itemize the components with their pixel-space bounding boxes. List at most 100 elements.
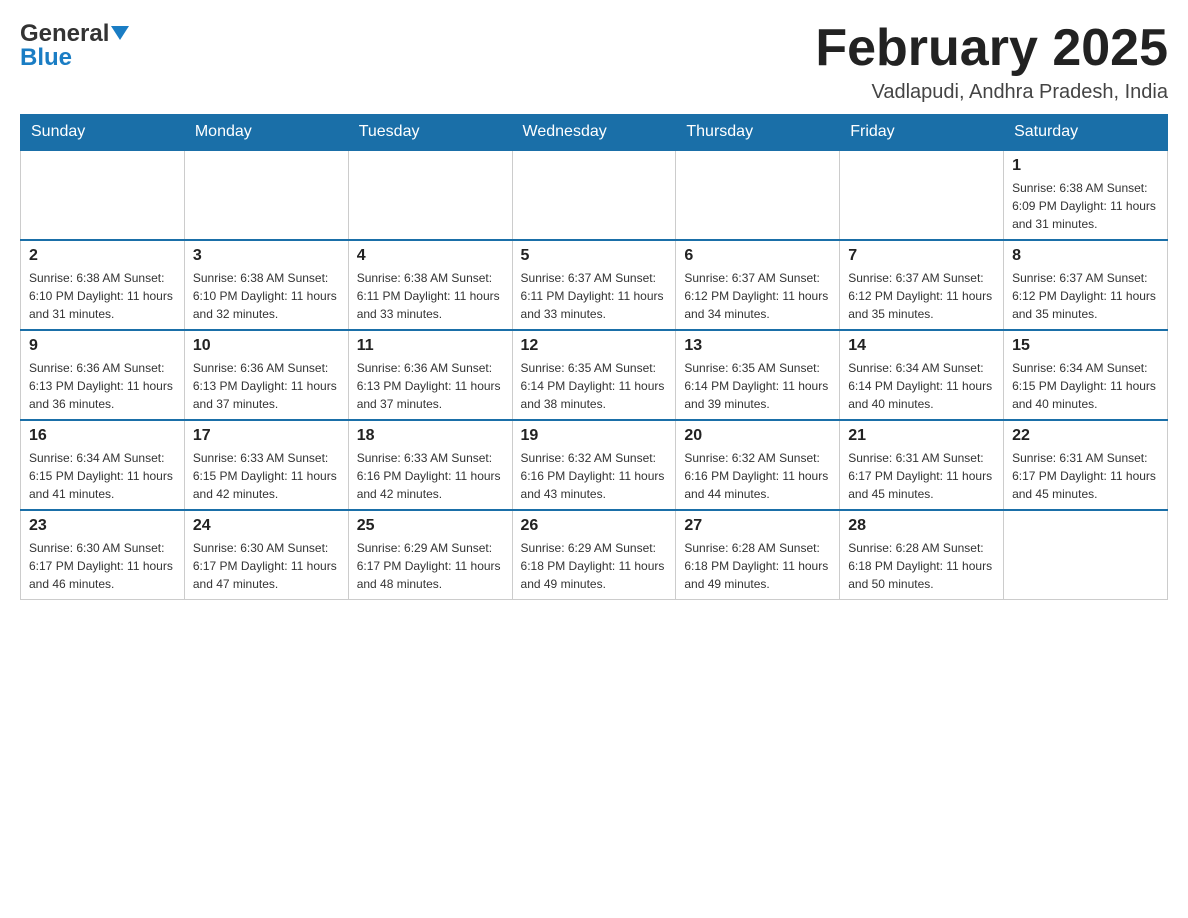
day-number: 2 [29,247,176,265]
calendar-cell: 18 Sunrise: 6:33 AM Sunset: 6:16 PM Dayli… [348,420,512,510]
calendar-day-header: Monday [184,115,348,151]
day-info: Sunrise: 6:32 AM Sunset: 6:16 PM Dayligh… [684,449,831,503]
month-title: February 2025 [815,20,1168,77]
day-number: 11 [357,337,504,355]
day-number: 21 [848,427,995,445]
day-info: Sunrise: 6:36 AM Sunset: 6:13 PM Dayligh… [29,359,176,413]
calendar-day-header: Tuesday [348,115,512,151]
day-info: Sunrise: 6:29 AM Sunset: 6:17 PM Dayligh… [357,539,504,593]
day-number: 17 [193,427,340,445]
day-number: 6 [684,247,831,265]
page-header: General Blue February 2025 Vadlapudi, An… [20,20,1168,104]
day-number: 4 [357,247,504,265]
logo-chevron-icon [111,26,129,44]
day-number: 16 [29,427,176,445]
day-info: Sunrise: 6:38 AM Sunset: 6:10 PM Dayligh… [29,269,176,323]
logo: General Blue [20,20,129,72]
calendar-day-header: Thursday [676,115,840,151]
day-info: Sunrise: 6:38 AM Sunset: 6:10 PM Dayligh… [193,269,340,323]
calendar-cell: 22 Sunrise: 6:31 AM Sunset: 6:17 PM Dayli… [1004,420,1168,510]
day-number: 7 [848,247,995,265]
day-info: Sunrise: 6:35 AM Sunset: 6:14 PM Dayligh… [684,359,831,413]
calendar-cell [1004,510,1168,600]
day-number: 26 [521,517,668,535]
day-info: Sunrise: 6:37 AM Sunset: 6:12 PM Dayligh… [684,269,831,323]
day-info: Sunrise: 6:37 AM Sunset: 6:12 PM Dayligh… [848,269,995,323]
day-info: Sunrise: 6:38 AM Sunset: 6:09 PM Dayligh… [1012,179,1159,233]
calendar-day-header: Friday [840,115,1004,151]
day-info: Sunrise: 6:31 AM Sunset: 6:17 PM Dayligh… [848,449,995,503]
calendar-cell: 27 Sunrise: 6:28 AM Sunset: 6:18 PM Dayli… [676,510,840,600]
calendar-cell: 25 Sunrise: 6:29 AM Sunset: 6:17 PM Dayli… [348,510,512,600]
calendar-cell [512,150,676,240]
calendar-week-row: 2 Sunrise: 6:38 AM Sunset: 6:10 PM Daylig… [21,240,1168,330]
calendar-cell [676,150,840,240]
calendar-day-header: Saturday [1004,115,1168,151]
day-number: 27 [684,517,831,535]
day-info: Sunrise: 6:36 AM Sunset: 6:13 PM Dayligh… [357,359,504,413]
calendar-cell: 15 Sunrise: 6:34 AM Sunset: 6:15 PM Dayli… [1004,330,1168,420]
day-number: 20 [684,427,831,445]
calendar-cell: 4 Sunrise: 6:38 AM Sunset: 6:11 PM Daylig… [348,240,512,330]
calendar-cell: 8 Sunrise: 6:37 AM Sunset: 6:12 PM Daylig… [1004,240,1168,330]
day-number: 19 [521,427,668,445]
day-number: 24 [193,517,340,535]
day-number: 8 [1012,247,1159,265]
day-info: Sunrise: 6:38 AM Sunset: 6:11 PM Dayligh… [357,269,504,323]
day-number: 18 [357,427,504,445]
day-number: 28 [848,517,995,535]
day-info: Sunrise: 6:34 AM Sunset: 6:15 PM Dayligh… [29,449,176,503]
day-number: 25 [357,517,504,535]
day-number: 23 [29,517,176,535]
calendar-cell: 7 Sunrise: 6:37 AM Sunset: 6:12 PM Daylig… [840,240,1004,330]
calendar-day-header: Sunday [21,115,185,151]
calendar-cell: 20 Sunrise: 6:32 AM Sunset: 6:16 PM Dayli… [676,420,840,510]
calendar-cell: 21 Sunrise: 6:31 AM Sunset: 6:17 PM Dayli… [840,420,1004,510]
day-info: Sunrise: 6:28 AM Sunset: 6:18 PM Dayligh… [684,539,831,593]
calendar-cell: 24 Sunrise: 6:30 AM Sunset: 6:17 PM Dayli… [184,510,348,600]
calendar-week-row: 23 Sunrise: 6:30 AM Sunset: 6:17 PM Dayli… [21,510,1168,600]
day-number: 14 [848,337,995,355]
calendar-cell: 5Sunrise: 6:37 AM Sunset: 6:11 PM Daylig… [512,240,676,330]
calendar-cell [348,150,512,240]
calendar-cell: 16 Sunrise: 6:34 AM Sunset: 6:15 PM Dayli… [21,420,185,510]
calendar-cell: 1Sunrise: 6:38 AM Sunset: 6:09 PM Daylig… [1004,150,1168,240]
day-info: Sunrise: 6:29 AM Sunset: 6:18 PM Dayligh… [521,539,668,593]
calendar-week-row: 9 Sunrise: 6:36 AM Sunset: 6:13 PM Daylig… [21,330,1168,420]
calendar-cell: 2 Sunrise: 6:38 AM Sunset: 6:10 PM Daylig… [21,240,185,330]
location-text: Vadlapudi, Andhra Pradesh, India [815,81,1168,104]
day-info: Sunrise: 6:37 AM Sunset: 6:12 PM Dayligh… [1012,269,1159,323]
day-number: 15 [1012,337,1159,355]
day-info: Sunrise: 6:34 AM Sunset: 6:15 PM Dayligh… [1012,359,1159,413]
calendar-cell: 10 Sunrise: 6:36 AM Sunset: 6:13 PM Dayli… [184,330,348,420]
day-number: 10 [193,337,340,355]
day-number: 13 [684,337,831,355]
day-info: Sunrise: 6:30 AM Sunset: 6:17 PM Dayligh… [193,539,340,593]
calendar-cell: 3 Sunrise: 6:38 AM Sunset: 6:10 PM Daylig… [184,240,348,330]
calendar-week-row: 16 Sunrise: 6:34 AM Sunset: 6:15 PM Dayli… [21,420,1168,510]
logo-blue-text: Blue [20,44,72,72]
day-info: Sunrise: 6:32 AM Sunset: 6:16 PM Dayligh… [521,449,668,503]
calendar-cell [21,150,185,240]
calendar-cell: 19 Sunrise: 6:32 AM Sunset: 6:16 PM Dayli… [512,420,676,510]
day-number: 22 [1012,427,1159,445]
calendar-cell: 17Sunrise: 6:33 AM Sunset: 6:15 PM Dayli… [184,420,348,510]
day-info: Sunrise: 6:36 AM Sunset: 6:13 PM Dayligh… [193,359,340,413]
calendar-cell: 23 Sunrise: 6:30 AM Sunset: 6:17 PM Dayli… [21,510,185,600]
calendar-cell: 14Sunrise: 6:34 AM Sunset: 6:14 PM Dayli… [840,330,1004,420]
calendar-cell: 13 Sunrise: 6:35 AM Sunset: 6:14 PM Dayli… [676,330,840,420]
day-info: Sunrise: 6:28 AM Sunset: 6:18 PM Dayligh… [848,539,995,593]
day-info: Sunrise: 6:33 AM Sunset: 6:16 PM Dayligh… [357,449,504,503]
calendar-week-row: 1Sunrise: 6:38 AM Sunset: 6:09 PM Daylig… [21,150,1168,240]
title-section: February 2025 Vadlapudi, Andhra Pradesh,… [815,20,1168,104]
day-number: 9 [29,337,176,355]
calendar-table: SundayMondayTuesdayWednesdayThursdayFrid… [20,114,1168,600]
day-info: Sunrise: 6:31 AM Sunset: 6:17 PM Dayligh… [1012,449,1159,503]
calendar-cell: 6 Sunrise: 6:37 AM Sunset: 6:12 PM Daylig… [676,240,840,330]
day-info: Sunrise: 6:30 AM Sunset: 6:17 PM Dayligh… [29,539,176,593]
calendar-day-header: Wednesday [512,115,676,151]
day-number: 12 [521,337,668,355]
calendar-cell: 28 Sunrise: 6:28 AM Sunset: 6:18 PM Dayli… [840,510,1004,600]
day-number: 3 [193,247,340,265]
day-info: Sunrise: 6:35 AM Sunset: 6:14 PM Dayligh… [521,359,668,413]
